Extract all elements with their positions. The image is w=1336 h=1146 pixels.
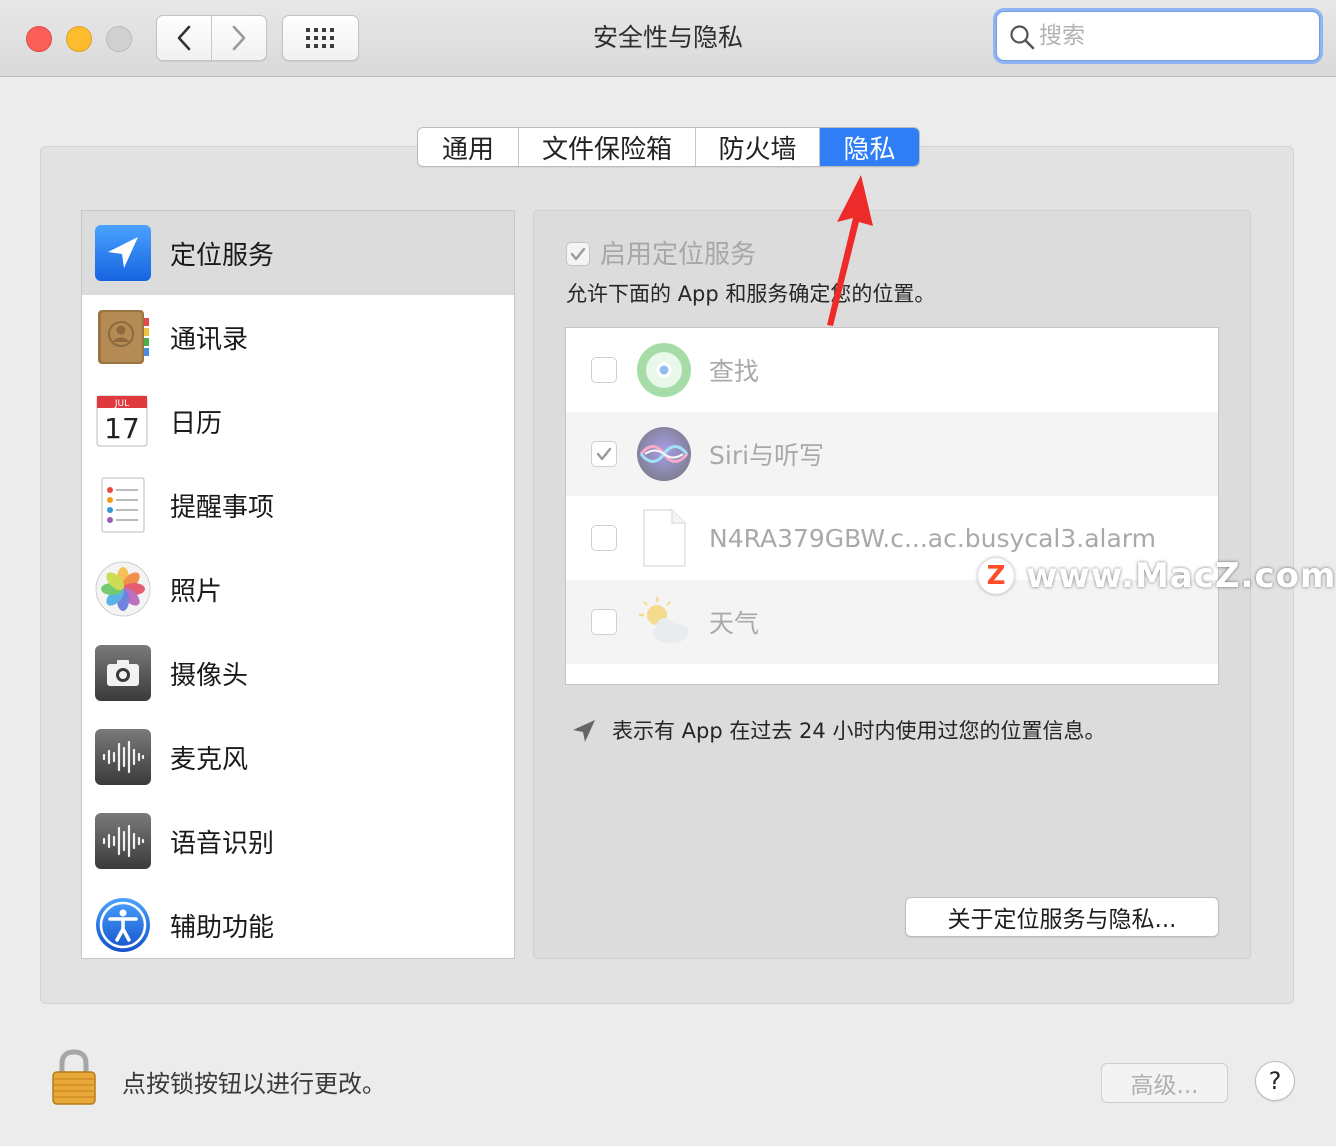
contacts-icon [98,310,149,364]
sidebar-item-label: 定位服务 [170,240,275,271]
location-arrow-icon [573,720,595,742]
sidebar-item-label: 摄像头 [170,660,249,691]
watermark-badge: Z [978,558,1014,594]
sidebar-item-label: 辅助功能 [170,912,275,943]
sidebar-item-label: 日历 [170,408,223,439]
tab-bar: 通用 文件保险箱 防火墙 隐私 [417,127,920,167]
navigation-buttons [156,15,267,61]
app-label: N4RA379GBW.c...ac.busycal3.alarm [709,523,1156,553]
siri-icon [637,427,691,481]
camera-icon [95,645,151,701]
checkmark-icon [570,247,586,261]
tab-firewall[interactable]: 防火墙 [696,128,820,166]
location-hint: 表示有 App 在过去 24 小时内使用过您的位置信息。 [612,719,1106,743]
enable-location-checkbox[interactable] [566,242,590,266]
app-checkbox[interactable] [591,525,617,551]
sidebar-item-speech-recognition[interactable]: 语音识别 [82,799,514,883]
app-checkbox[interactable] [591,441,617,467]
close-window-button[interactable] [26,26,52,52]
lock-label: 点按锁按钮以进行更改。 [122,1070,386,1098]
app-label: Siri与听写 [709,441,825,470]
calendar-month-text: JUL [114,399,129,409]
about-location-privacy-button[interactable]: 关于定位服务与隐私... [905,897,1219,937]
microphone-icon [95,729,151,785]
zoom-window-button[interactable] [106,26,132,52]
forward-button[interactable] [212,16,266,60]
list-item-find-my[interactable]: 查找 [566,328,1218,412]
tab-filevault[interactable]: 文件保险箱 [519,128,696,166]
find-my-icon [637,343,691,397]
accessibility-icon [96,898,150,952]
calendar-day-text: 17 [104,412,140,445]
document-icon [643,509,686,567]
app-checkbox[interactable] [591,609,617,635]
search-field[interactable]: 搜索 [996,11,1320,61]
sidebar-item-label: 提醒事项 [170,492,275,523]
privacy-category-list: 定位服务 通讯录 JUL 17 日历 提醒事项 照片 摄像头 麦克风 语音识别 … [81,210,515,959]
app-label: 查找 [709,357,760,386]
grid-icon [305,28,334,48]
sidebar-item-calendar[interactable]: JUL 17 日历 [82,379,514,463]
calendar-icon: JUL 17 [96,395,148,447]
lock-icon[interactable] [50,1048,98,1106]
speech-recognition-icon [95,813,151,869]
app-label: 天气 [709,609,760,638]
search-placeholder: 搜索 [1039,23,1085,49]
sidebar-item-label: 麦克风 [170,744,249,775]
watermark: Z www.MacZ.com [978,556,1336,596]
search-icon [1010,25,1035,50]
sidebar-item-camera[interactable]: 摄像头 [82,631,514,715]
enable-location-label: 启用定位服务 [600,240,757,270]
sidebar-item-label: 语音识别 [170,828,275,859]
location-app-list: 查找 Siri与听写 N4RA379GBW.c...ac.busycal3.al… [565,327,1219,685]
location-arrow-icon [95,225,151,281]
show-all-button[interactable] [282,15,359,61]
sidebar-item-contacts[interactable]: 通讯录 [82,295,514,379]
photos-icon [95,561,151,617]
checkmark-icon [596,447,612,461]
watermark-text: www.MacZ.com [1026,556,1336,596]
list-item-siri[interactable]: Siri与听写 [566,412,1218,496]
tab-general[interactable]: 通用 [418,128,519,166]
annotation-arrow-icon [827,175,873,326]
weather-icon [639,597,689,643]
chevron-right-icon [232,25,246,51]
sidebar-item-reminders[interactable]: 提醒事项 [82,463,514,547]
sidebar-item-label: 照片 [170,576,223,607]
sidebar-item-microphone[interactable]: 麦克风 [82,715,514,799]
window-title: 安全性与隐私 [592,23,743,52]
sidebar-item-label: 通讯录 [170,324,249,355]
app-checkbox[interactable] [591,357,617,383]
sidebar-item-accessibility[interactable]: 辅助功能 [82,883,514,958]
help-button[interactable]: ? [1255,1061,1295,1101]
reminders-icon [101,477,145,533]
chevron-left-icon [177,25,191,51]
sidebar-item-location-services[interactable]: 定位服务 [82,211,514,295]
sidebar-item-photos[interactable]: 照片 [82,547,514,631]
back-button[interactable] [157,16,212,60]
tab-privacy[interactable]: 隐私 [820,128,919,166]
advanced-button[interactable]: 高级... [1101,1063,1228,1103]
minimize-window-button[interactable] [66,26,92,52]
